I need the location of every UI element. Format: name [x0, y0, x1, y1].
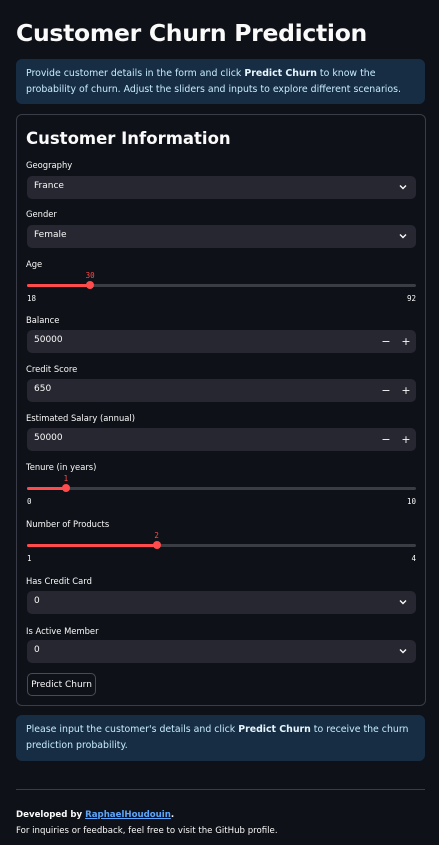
slider-max-label: 92: [406, 294, 416, 303]
credit-score-decrement-button[interactable]: −: [376, 379, 396, 402]
salary-input[interactable]: 50000 − +: [27, 428, 416, 451]
page-title: Customer Churn Prediction: [16, 19, 367, 47]
products-slider[interactable]: 2 1 4: [27, 531, 416, 565]
result-bold: Predict Churn: [238, 724, 311, 735]
geography-label: Geography: [26, 160, 73, 170]
slider-track[interactable]: [27, 487, 416, 490]
salary-decrement-button[interactable]: −: [376, 428, 396, 451]
footer-divider: [16, 789, 425, 790]
footer-dev-suffix: .: [170, 810, 175, 820]
has-credit-card-label: Has Credit Card: [26, 576, 92, 586]
slider-current-value: 1: [63, 474, 69, 483]
active-member-label: Is Active Member: [26, 626, 99, 636]
credit-score-input[interactable]: 650 − +: [27, 379, 416, 402]
predict-churn-button[interactable]: Predict Churn: [27, 673, 96, 696]
credit-score-label: Credit Score: [26, 364, 78, 374]
slider-max-label: 4: [411, 554, 416, 563]
intro-info-box: Provide customer details in the form and…: [16, 59, 425, 104]
customer-form: Customer Information Geography France Ge…: [16, 114, 426, 706]
balance-decrement-button[interactable]: −: [376, 330, 396, 353]
gender-value: Female: [34, 230, 67, 240]
products-label: Number of Products: [26, 519, 110, 529]
balance-value: 50000: [34, 335, 63, 345]
active-member-select[interactable]: 0: [27, 640, 416, 663]
credit-score-value: 650: [34, 384, 52, 394]
chevron-down-icon: [399, 649, 407, 654]
geography-select[interactable]: France: [27, 176, 416, 199]
active-member-value: 0: [34, 645, 40, 655]
tenure-label: Tenure (in years): [26, 462, 97, 472]
slider-thumb[interactable]: [152, 541, 161, 549]
age-label: Age: [26, 259, 43, 269]
slider-min-label: 18: [27, 294, 37, 303]
form-title: Customer Information: [26, 129, 231, 148]
footer-dev-prefix: Developed by: [16, 810, 86, 820]
salary-label: Estimated Salary (annual): [26, 413, 135, 423]
footer-developer-line: Developed by RaphaelHoudouin.: [16, 810, 174, 820]
slider-thumb[interactable]: [61, 484, 70, 492]
result-info-box: Please input the customer's details and …: [16, 715, 425, 761]
slider-fill: [27, 487, 66, 490]
intro-text: Provide customer details in the form and…: [26, 68, 245, 79]
has-credit-card-value: 0: [34, 596, 40, 606]
intro-bold: Predict Churn: [244, 68, 317, 79]
gender-label: Gender: [26, 209, 57, 219]
salary-value: 50000: [34, 433, 63, 443]
chevron-down-icon: [399, 185, 407, 190]
chevron-down-icon: [399, 600, 407, 605]
gender-select[interactable]: Female: [27, 225, 416, 248]
chevron-down-icon: [399, 234, 407, 239]
balance-input[interactable]: 50000 − +: [27, 330, 416, 353]
balance-increment-button[interactable]: +: [396, 330, 416, 353]
age-slider[interactable]: 30 18 92: [27, 271, 416, 305]
tenure-slider[interactable]: 1 0 10: [27, 474, 416, 508]
slider-fill: [27, 544, 157, 547]
result-text: Please input the customer's details and …: [26, 724, 239, 735]
slider-thumb[interactable]: [86, 281, 95, 289]
slider-fill: [27, 284, 91, 287]
balance-label: Balance: [26, 315, 60, 325]
slider-current-value: 2: [154, 531, 159, 540]
slider-current-value: 30: [85, 271, 95, 280]
author-link[interactable]: RaphaelHoudouin: [85, 810, 171, 820]
slider-min-label: 0: [27, 497, 32, 506]
credit-score-increment-button[interactable]: +: [396, 379, 416, 402]
geography-value: France: [34, 181, 64, 191]
has-credit-card-select[interactable]: 0: [27, 591, 416, 614]
salary-increment-button[interactable]: +: [396, 428, 416, 451]
slider-max-label: 10: [406, 497, 416, 506]
slider-min-label: 1: [27, 554, 32, 563]
footer-inquiries-line: For inquiries or feedback, feel free to …: [16, 826, 278, 836]
